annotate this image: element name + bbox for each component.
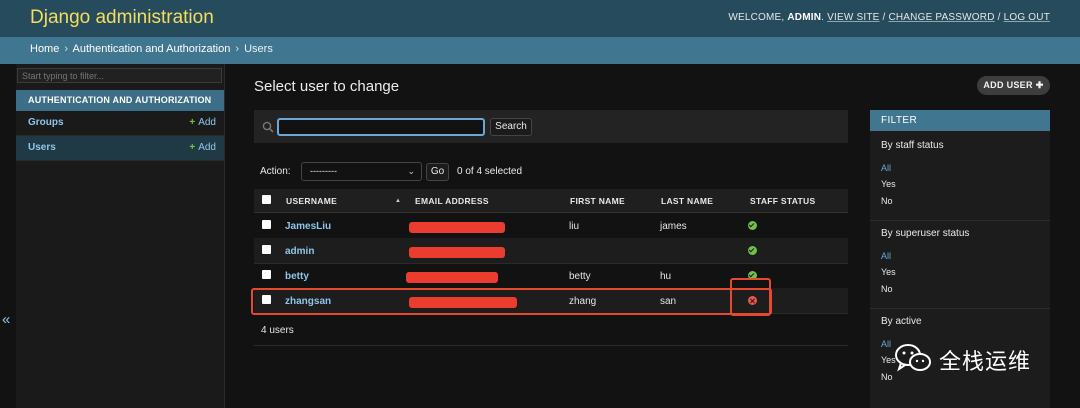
chevron-down-icon: ⌄ [407, 166, 415, 176]
site-title[interactable]: Django administration [30, 7, 214, 29]
collapse-sidebar-icon[interactable]: « [2, 311, 10, 328]
plus-icon: ✚ [1035, 80, 1044, 90]
breadcrumb-home[interactable]: Home [30, 43, 59, 55]
action-selected-value: --------- [310, 166, 337, 176]
breadcrumb-separator: › [64, 43, 69, 55]
log-out-link[interactable]: LOG OUT [1004, 12, 1050, 23]
go-button[interactable]: Go [426, 163, 449, 181]
table-row: JamesLiu liu james [254, 213, 848, 239]
view-site-link[interactable]: VIEW SITE [827, 12, 879, 23]
redacted-email [409, 247, 505, 258]
watermark: 全栈运维 [893, 339, 1053, 379]
table-row: admin [254, 238, 848, 264]
nav-filter-input[interactable] [18, 69, 221, 82]
redacted-email [409, 222, 505, 233]
welcome-text: WELCOME, [728, 12, 785, 23]
watermark-text: 全栈运维 [939, 350, 1032, 375]
action-label: Action: [260, 166, 291, 177]
search-icon [262, 121, 274, 133]
filter-option-all[interactable]: All [881, 163, 891, 173]
column-email[interactable]: EMAIL ADDRESS [415, 196, 489, 206]
breadcrumb-app[interactable]: Authentication and Authorization [73, 43, 231, 55]
sidebar-item-users[interactable]: Users + Add [16, 136, 224, 161]
add-user-button[interactable]: ADD USER ✚ [977, 76, 1050, 95]
app-caption[interactable]: AUTHENTICATION AND AUTHORIZATION [16, 90, 224, 111]
search-button[interactable]: Search [490, 118, 532, 136]
action-select[interactable]: --------- ⌄ [301, 162, 422, 181]
highlight-row-box [251, 288, 772, 315]
staff-yes-icon [748, 221, 757, 230]
separator: / [882, 12, 886, 23]
header: Django administration WELCOME, ADMIN. VI… [0, 0, 1080, 37]
last-name: james [660, 221, 687, 232]
first-name: liu [569, 221, 580, 232]
filter-staff-status: By staff status All Yes No [870, 140, 1050, 221]
last-name: hu [660, 271, 672, 282]
plus-icon: + [189, 142, 196, 153]
sort-ascending-icon[interactable]: ▲ [395, 198, 401, 204]
current-username: ADMIN [787, 12, 822, 23]
add-label: Add [198, 142, 216, 153]
select-all-checkbox[interactable] [262, 195, 271, 204]
search-input[interactable] [277, 118, 485, 136]
actions-bar: Action: --------- ⌄ Go 0 of 4 selected [254, 161, 848, 183]
filter-option-all[interactable]: All [881, 251, 891, 261]
sidebar-item-label[interactable]: Groups [28, 117, 64, 128]
staff-yes-icon [748, 246, 757, 255]
add-user-link[interactable]: + Add [189, 142, 216, 153]
filter-option-no[interactable]: No [881, 284, 893, 294]
filter-title: FILTER [870, 110, 1050, 131]
filter-option-all[interactable]: All [881, 339, 891, 349]
wechat-icon [895, 344, 931, 372]
filter-option-no[interactable]: No [881, 372, 893, 382]
breadcrumb-separator: › [235, 43, 240, 55]
divider [254, 345, 848, 346]
column-last-name[interactable]: LAST NAME [661, 196, 713, 206]
result-count: 4 users [261, 325, 294, 336]
row-checkbox[interactable] [262, 245, 271, 254]
column-first-name[interactable]: FIRST NAME [570, 196, 625, 206]
filter-section-title: By superuser status [881, 228, 970, 239]
filter-option-yes[interactable]: Yes [881, 267, 896, 277]
row-checkbox[interactable] [262, 270, 271, 279]
redacted-email [406, 272, 498, 283]
nav-filter[interactable] [17, 68, 222, 83]
user-tools: WELCOME, ADMIN. VIEW SITE / CHANGE PASSW… [728, 12, 1050, 23]
nav-sidebar: AUTHENTICATION AND AUTHORIZATION Groups … [16, 64, 225, 408]
highlight-status-box [730, 278, 771, 316]
breadcrumb-current: Users [244, 43, 273, 55]
breadcrumb: Home › Authentication and Authorization … [0, 37, 1080, 64]
column-username[interactable]: USERNAME [286, 196, 337, 206]
filter-option-no[interactable]: No [881, 196, 893, 206]
plus-icon: + [189, 117, 196, 128]
filter-section-title: By staff status [881, 140, 944, 151]
username-link[interactable]: admin [285, 246, 314, 257]
page-title: Select user to change [254, 78, 400, 95]
table-header: USERNAME ▲ EMAIL ADDRESS FIRST NAME LAST… [254, 189, 848, 213]
add-group-link[interactable]: + Add [189, 117, 216, 128]
filter-section-title: By active [881, 316, 922, 327]
username-link[interactable]: JamesLiu [285, 221, 331, 232]
row-checkbox[interactable] [262, 220, 271, 229]
filter-option-yes[interactable]: Yes [881, 179, 896, 189]
change-password-link[interactable]: CHANGE PASSWORD [888, 12, 994, 23]
username-link[interactable]: betty [285, 271, 309, 282]
column-staff-status[interactable]: STAFF STATUS [750, 196, 815, 206]
search-bar: Search [254, 110, 848, 143]
sidebar-item-groups[interactable]: Groups + Add [16, 111, 224, 136]
filter-superuser-status: By superuser status All Yes No [870, 228, 1050, 309]
add-label: Add [198, 117, 216, 128]
add-user-label: ADD USER [983, 80, 1033, 90]
sidebar-item-label[interactable]: Users [28, 142, 56, 153]
separator: / [997, 12, 1001, 23]
first-name: betty [569, 271, 591, 282]
selection-counter: 0 of 4 selected [457, 166, 523, 177]
